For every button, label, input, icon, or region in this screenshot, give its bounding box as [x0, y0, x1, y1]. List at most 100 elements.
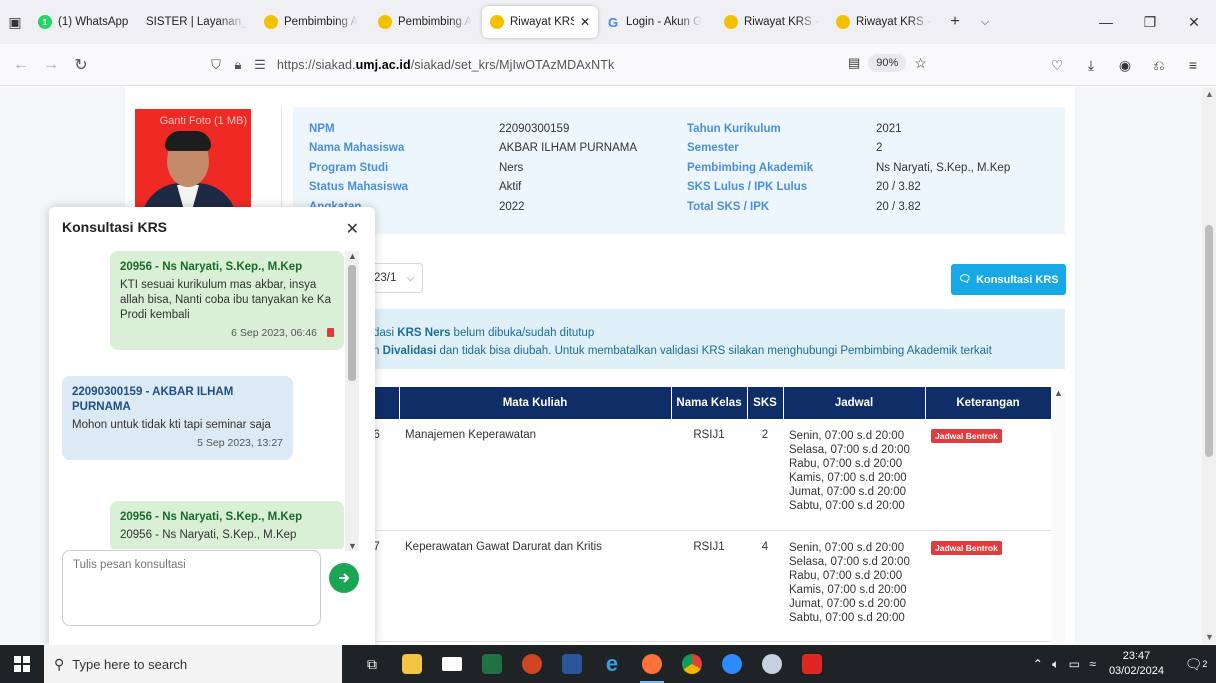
- scroll-down-icon[interactable]: ▼: [1205, 632, 1214, 642]
- schedule-line: Rabu, 07:00 s.d 20:00: [789, 569, 903, 582]
- info-label: Pembimbing Akademik: [687, 162, 814, 174]
- semester-select[interactable]: 23/1 ⌵: [367, 263, 423, 293]
- whatsapp-icon: 1: [38, 15, 52, 29]
- task-view-icon[interactable]: ⧉: [352, 645, 392, 683]
- info-kurikulum-value: 2021: [876, 123, 902, 135]
- info-label: SKS Lulus / IPK Lulus: [687, 181, 808, 193]
- tab-sister[interactable]: SISTER | Layanan_b: [138, 6, 256, 38]
- close-tab-icon[interactable]: ✕: [580, 15, 590, 29]
- tab-whatsapp[interactable]: 1 (1) WhatsApp: [30, 6, 138, 38]
- start-button[interactable]: [0, 645, 44, 683]
- alert-text: dasi: [373, 327, 398, 339]
- close-window-icon[interactable]: ✕: [1172, 0, 1216, 44]
- url-text[interactable]: https://siakad.umj.ac.id/siakad/set_krs/…: [277, 58, 614, 72]
- info-value: 20 / 3.82: [876, 201, 921, 213]
- powerpoint-icon[interactable]: [512, 645, 552, 683]
- zoom-level[interactable]: 90%: [868, 54, 907, 72]
- trash-icon[interactable]: [327, 328, 334, 337]
- info-label: NPM: [309, 123, 335, 135]
- info-nama-value: AKBAR ILHAM PURNAMA: [499, 142, 637, 154]
- extensions-icon[interactable]: ⎌: [1144, 50, 1174, 80]
- alert-bold: KRS Ners: [397, 327, 451, 339]
- info-semester-value: 2: [876, 142, 882, 154]
- lock-icon[interactable]: 🔒︎: [227, 57, 249, 73]
- zoom-icon[interactable]: [712, 645, 752, 683]
- new-tab-icon[interactable]: +: [940, 6, 970, 38]
- firefox-icon[interactable]: [632, 645, 672, 683]
- chrome-icon[interactable]: [672, 645, 712, 683]
- notification-center-icon[interactable]: 🗨︎ 2: [1176, 645, 1216, 683]
- info-value: AKBAR ILHAM PURNAMA: [499, 142, 638, 154]
- reload-icon[interactable]: ↻: [66, 50, 96, 80]
- taskbar-search[interactable]: ⚲ Type here to search: [44, 645, 342, 683]
- chat-message-input[interactable]: [62, 550, 321, 626]
- info-npm-value: 22090300159: [499, 123, 569, 135]
- tab-pembimbing-1[interactable]: Pembimbing A: [256, 6, 370, 38]
- browser-nav-bar: ← → ↻ ⛉ 🔒︎ ☰ https://siakad.umj.ac.id/si…: [0, 44, 1216, 86]
- scroll-up-icon[interactable]: ▲: [1054, 388, 1063, 398]
- restore-icon[interactable]: ❐: [1128, 0, 1172, 44]
- word-icon[interactable]: [552, 645, 592, 683]
- info-label: Status Mahasiswa: [309, 181, 409, 193]
- excel-icon[interactable]: [472, 645, 512, 683]
- class-name: RSIJ1: [671, 530, 747, 642]
- info-value: Ns Naryati, S.Kep., M.Kep: [876, 162, 1011, 174]
- tray-icons[interactable]: ⌃ 🔈︎ ▭ ≈: [1033, 657, 1099, 672]
- app-icon[interactable]: [752, 645, 792, 683]
- message-time: 6 Sep 2023, 06:46: [231, 327, 317, 339]
- minimize-icon[interactable]: —: [1084, 0, 1128, 44]
- send-button[interactable]: [329, 563, 359, 593]
- change-photo-label[interactable]: Ganti Foto (1 MB): [160, 115, 247, 127]
- chat-message: 22090300159 - AKBAR ILHAM PURNAMA Mohon …: [62, 376, 293, 460]
- konsultasi-krs-button[interactable]: 🗨︎ Konsultasi KRS: [951, 264, 1066, 295]
- scroll-up-icon[interactable]: ▲: [1205, 89, 1214, 99]
- url-bar[interactable]: ⛉ 🔒︎ ☰ https://siakad.umj.ac.id/siakad/s…: [205, 50, 850, 80]
- forward-icon[interactable]: →: [36, 50, 66, 80]
- scroll-down-icon[interactable]: ▼: [348, 541, 357, 551]
- tab-overview-icon[interactable]: ▣: [0, 0, 30, 44]
- downloads-icon[interactable]: ⤓: [1076, 50, 1106, 80]
- pocket-icon[interactable]: ♡: [1042, 50, 1072, 80]
- tab-riwayat-krs-active[interactable]: Riwayat KRS ✕: [482, 6, 598, 38]
- acrobat-icon[interactable]: [792, 645, 832, 683]
- mail-icon[interactable]: [432, 645, 472, 683]
- edge-icon[interactable]: e: [592, 645, 632, 683]
- url-domain: umj.ac.id: [355, 58, 411, 72]
- bookmark-star-icon[interactable]: ☆: [914, 55, 927, 72]
- chat-title: Konsultasi KRS: [62, 219, 168, 235]
- reader-view-icon[interactable]: ▤: [848, 55, 860, 71]
- file-explorer-icon[interactable]: [392, 645, 432, 683]
- permissions-icon[interactable]: ☰: [249, 57, 271, 73]
- umj-icon: [378, 15, 392, 29]
- close-icon[interactable]: ✕: [346, 219, 359, 239]
- info-npm: NPM: [309, 123, 335, 135]
- table-scrollbar[interactable]: ▲: [1051, 387, 1065, 644]
- scrollbar-thumb[interactable]: [1205, 225, 1213, 457]
- page-scrollbar[interactable]: ▲ ▼: [1202, 87, 1216, 644]
- account-icon[interactable]: ◉: [1110, 50, 1140, 80]
- konsultasi-chat-panel: Konsultasi KRS ✕ 20956 - Ns Naryati, S.K…: [49, 207, 375, 647]
- clock[interactable]: 23:47 03/02/2024: [1109, 649, 1164, 679]
- krs-table: Mata Kuliah Nama Kelas SKS Jadwal Ketera…: [365, 387, 1052, 642]
- shield-icon[interactable]: ⛉: [205, 57, 227, 73]
- tab-login-google[interactable]: G Login - Akun G: [598, 6, 716, 38]
- scroll-up-icon[interactable]: ▲: [348, 251, 357, 261]
- tab-pembimbing-2[interactable]: Pembimbing A: [370, 6, 482, 38]
- send-arrow-icon: [339, 573, 350, 583]
- chat-scrollbar-thumb[interactable]: [348, 265, 356, 381]
- alert-text: belum dibuka/sudah ditutup: [450, 327, 595, 339]
- info-label: Semester: [687, 142, 739, 154]
- info-prodi: Program Studi: [309, 162, 388, 174]
- schedule-line: Jumat, 07:00 s.d 20:00: [789, 597, 906, 610]
- tab-list-chevron-icon[interactable]: ⌵: [970, 6, 1000, 38]
- photo-hair: [165, 131, 211, 151]
- message-sender: 22090300159 - AKBAR ILHAM PURNAMA: [72, 386, 234, 413]
- clock-time: 23:47: [1122, 650, 1151, 662]
- schedule-line: Senin, 07:00 s.d 20:00: [789, 430, 905, 442]
- tab-riwayat-krs-3[interactable]: Riwayat KRS - l: [828, 6, 940, 38]
- menu-icon[interactable]: ≡: [1178, 50, 1208, 80]
- info-value: Ners: [499, 162, 524, 174]
- back-icon[interactable]: ←: [6, 50, 36, 80]
- tab-riwayat-krs-2[interactable]: Riwayat KRS - l: [716, 6, 828, 38]
- chat-scrollbar[interactable]: ▲ ▼: [345, 251, 359, 551]
